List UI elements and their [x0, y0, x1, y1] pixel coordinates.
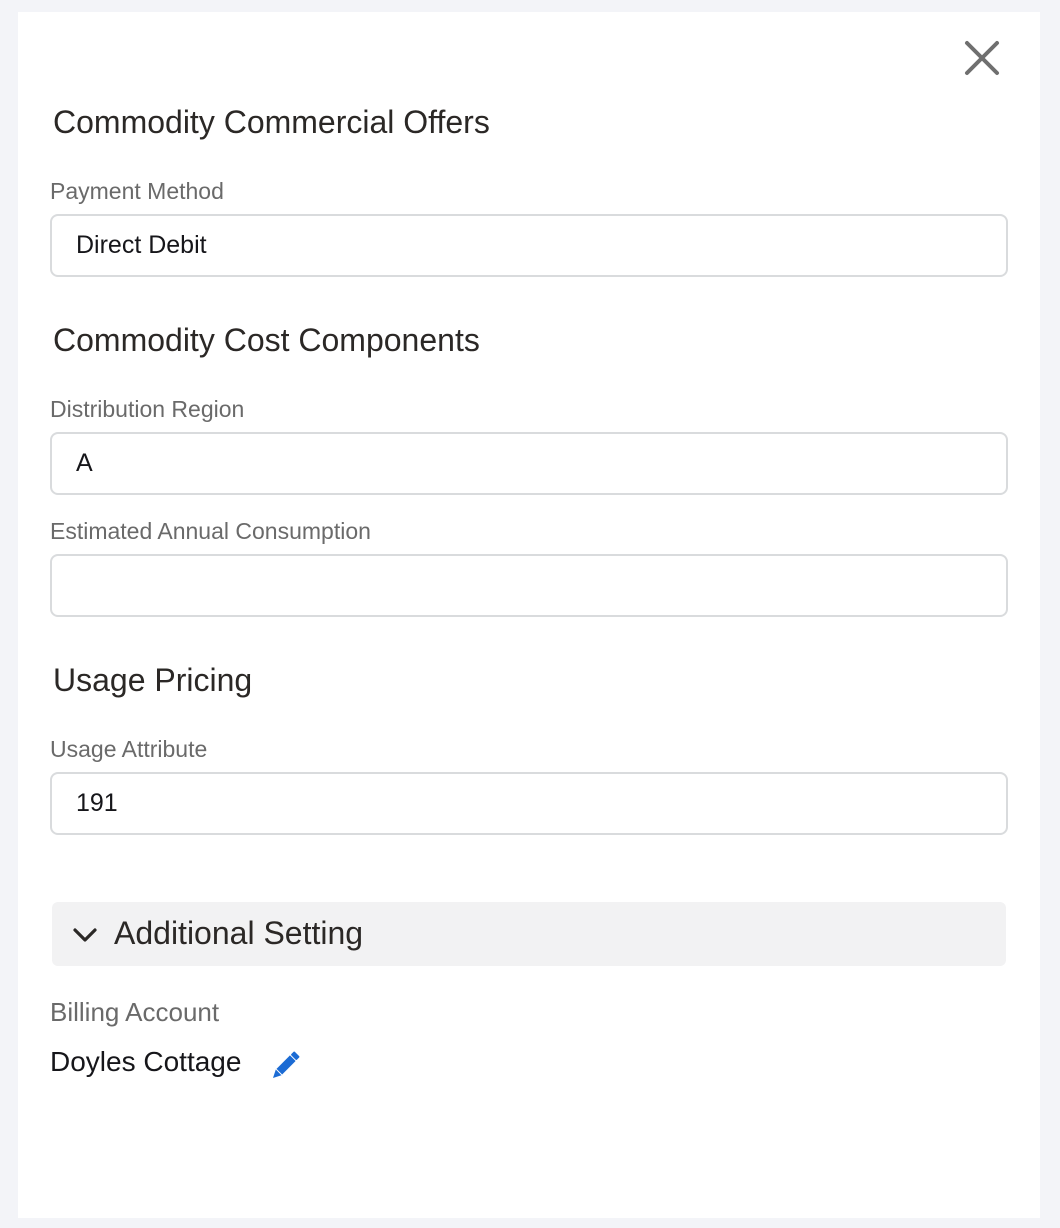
usage-attribute-input[interactable]: [50, 772, 1008, 835]
pencil-icon: [272, 1051, 300, 1079]
modal-panel: Commodity Commercial Offers Payment Meth…: [18, 12, 1040, 1218]
chevron-down-icon: [73, 928, 97, 942]
payment-method-label: Payment Method: [50, 178, 224, 204]
close-button[interactable]: [962, 38, 1002, 78]
payment-method-input[interactable]: [50, 214, 1008, 277]
additional-setting-accordion[interactable]: Additional Setting: [52, 902, 1006, 966]
estimated-annual-consumption-label: Estimated Annual Consumption: [50, 518, 371, 544]
distribution-region-label: Distribution Region: [50, 396, 245, 422]
section-title-usage-pricing: Usage Pricing: [53, 662, 253, 698]
distribution-region-input[interactable]: [50, 432, 1008, 495]
section-title-cost-components: Commodity Cost Components: [53, 322, 480, 358]
additional-setting-label: Additional Setting: [114, 915, 364, 951]
usage-attribute-label: Usage Attribute: [50, 736, 208, 762]
section-title-commercial-offers: Commodity Commercial Offers: [53, 104, 490, 140]
billing-account-label: Billing Account: [50, 997, 220, 1027]
estimated-annual-consumption-input[interactable]: [50, 554, 1008, 617]
edit-billing-account-button[interactable]: [269, 1050, 301, 1082]
billing-account-value: Doyles Cottage: [50, 1046, 242, 1077]
close-icon: [965, 41, 999, 75]
